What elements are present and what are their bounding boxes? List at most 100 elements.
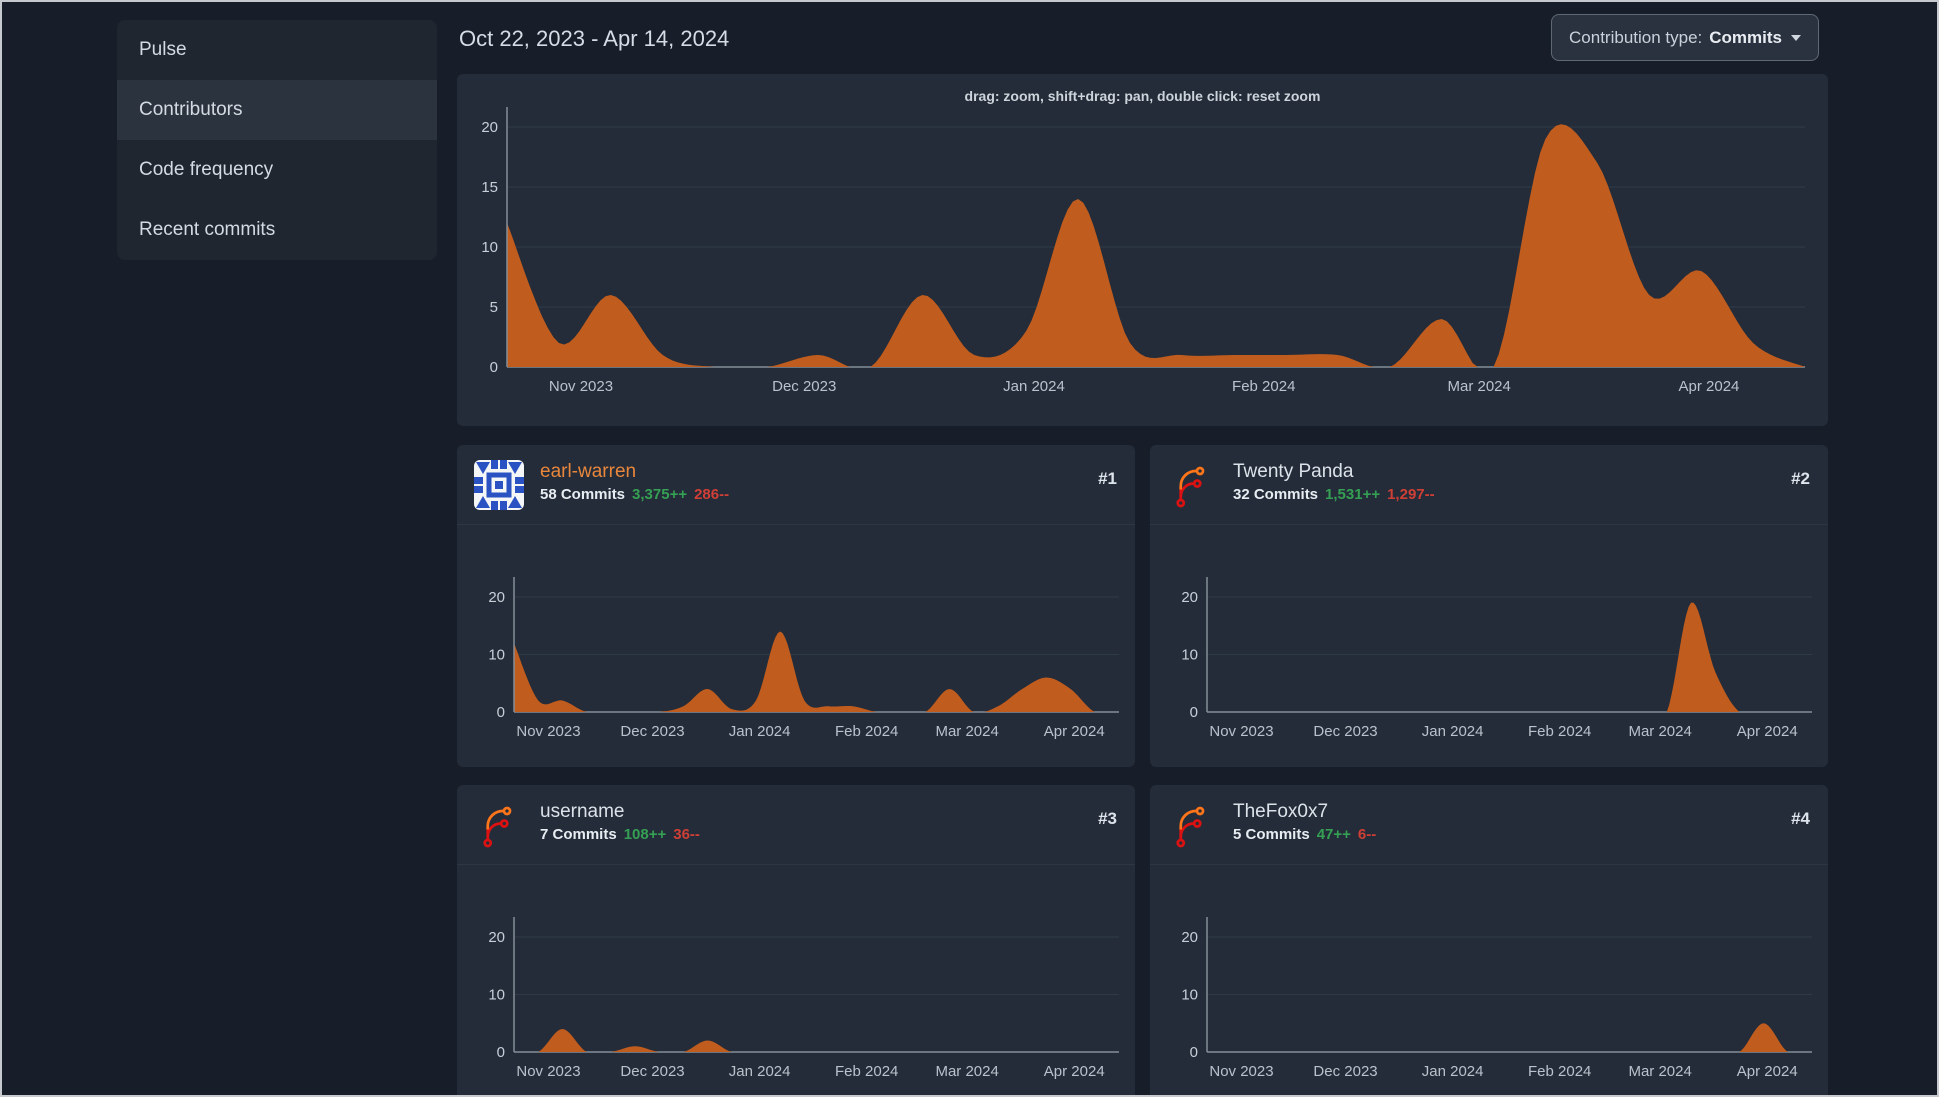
sidebar-item-contributors[interactable]: Contributors — [117, 80, 437, 140]
svg-text:20: 20 — [488, 929, 505, 946]
rank-badge: #3 — [1098, 809, 1117, 828]
contributor-identity: Twenty Panda 32 Commits 1,531++ 1,297-- — [1233, 460, 1435, 503]
svg-text:Jan 2024: Jan 2024 — [1422, 1063, 1484, 1080]
svg-text:Apr 2024: Apr 2024 — [1679, 378, 1740, 395]
contributor-activity-chart[interactable]: 0 10 20 Nov 2023 Dec 2023 Jan 2024 Feb 2024 Mar… — [1150, 865, 1828, 1095]
contributor-card-4: TheFox0x7 5 Commits 47++ 6-- #4 0 10 20 Nov… — [1150, 785, 1828, 1095]
svg-text:0: 0 — [1190, 1044, 1198, 1061]
sidebar-item-code-frequency[interactable]: Code frequency — [117, 140, 437, 200]
commit-count: 5 Commits — [1233, 826, 1310, 843]
contributor-name: Twenty Panda — [1233, 461, 1354, 482]
contributor-activity-chart[interactable]: 0 10 20 Nov 2023 Dec 2023 Jan 2024 Feb 2024 Mar… — [1150, 525, 1828, 767]
svg-text:Feb 2024: Feb 2024 — [1232, 378, 1295, 395]
svg-text:Feb 2024: Feb 2024 — [835, 1063, 898, 1080]
area-chart-svg: 0 10 20 Nov 2023 Dec 2023 Jan 2024 Feb 2024 Mar… — [488, 577, 1119, 740]
contributor-stats: 5 Commits 47++ 6-- — [1233, 826, 1376, 843]
contributor-name: TheFox0x7 — [1233, 801, 1329, 822]
svg-text:Nov 2023: Nov 2023 — [1209, 1063, 1273, 1080]
contributor-stats: 32 Commits 1,531++ 1,297-- — [1233, 486, 1435, 503]
contributor-card-header: Twenty Panda 32 Commits 1,531++ 1,297-- … — [1150, 445, 1828, 525]
svg-text:10: 10 — [488, 647, 505, 664]
svg-text:10: 10 — [1181, 647, 1198, 664]
contributor-card-header: username 7 Commits 108++ 36-- #3 — [457, 785, 1135, 865]
svg-text:Apr 2024: Apr 2024 — [1044, 723, 1105, 740]
contributor-activity-chart[interactable]: 0 10 20 Nov 2023 Dec 2023 Jan 2024 Feb 2024 Mar… — [457, 865, 1135, 1095]
contributor-activity-chart[interactable]: 0 10 20 Nov 2023 Dec 2023 Jan 2024 Feb 2024 Mar… — [457, 525, 1135, 767]
contributor-stats: 7 Commits 108++ 36-- — [540, 826, 700, 843]
svg-text:10: 10 — [1181, 987, 1198, 1004]
svg-text:Dec 2023: Dec 2023 — [772, 378, 836, 395]
commit-count: 32 Commits — [1233, 486, 1319, 503]
svg-text:Nov 2023: Nov 2023 — [516, 1063, 580, 1080]
area-chart-svg: 0 10 20 Nov 2023 Dec 2023 Jan 2024 Feb 2024 Mar… — [488, 917, 1119, 1080]
contributor-stats: 58 Commits 3,375++ 286-- — [540, 486, 729, 503]
svg-text:10: 10 — [481, 239, 498, 256]
contributor-cards-grid: earl-warren 58 Commits 3,375++ 286-- #1 … — [457, 445, 1828, 1095]
svg-text:Nov 2023: Nov 2023 — [516, 723, 580, 740]
date-range: Oct 22, 2023 - Apr 14, 2024 — [459, 26, 730, 51]
contributor-card-header: TheFox0x7 5 Commits 47++ 6-- #4 — [1150, 785, 1828, 865]
rank-badge: #1 — [1098, 469, 1117, 488]
svg-text:5: 5 — [490, 299, 498, 316]
contributor-card-2: Twenty Panda 32 Commits 1,531++ 1,297-- … — [1150, 445, 1828, 767]
svg-text:Dec 2023: Dec 2023 — [620, 1063, 684, 1080]
svg-text:Jan 2024: Jan 2024 — [729, 1063, 791, 1080]
forgejo-logo-avatar — [1167, 460, 1217, 510]
contributor-card-3: username 7 Commits 108++ 36-- #3 0 10 20 No… — [457, 785, 1135, 1095]
svg-text:Feb 2024: Feb 2024 — [1528, 723, 1591, 740]
commit-count: 58 Commits — [540, 486, 626, 503]
sidebar-item-pulse[interactable]: Pulse — [117, 20, 437, 80]
svg-text:Feb 2024: Feb 2024 — [835, 723, 898, 740]
repo-activity-menu: Pulse Contributors Code frequency Recent… — [117, 20, 437, 260]
contributor-identity: TheFox0x7 5 Commits 47++ 6-- — [1233, 800, 1376, 843]
contribution-type-value: Commits — [1709, 27, 1782, 47]
svg-text:Apr 2024: Apr 2024 — [1044, 1063, 1105, 1080]
contributor-name: username — [540, 801, 625, 822]
svg-text:20: 20 — [1181, 589, 1198, 606]
sidebar-item-recent-commits[interactable]: Recent commits — [117, 200, 437, 260]
deletions-count: 286-- — [694, 486, 730, 503]
svg-text:0: 0 — [1190, 704, 1198, 721]
additions-count: 1,531++ — [1325, 486, 1381, 503]
contribution-type-button[interactable]: Contribution type: Commits — [1551, 14, 1819, 61]
svg-text:Mar 2024: Mar 2024 — [935, 723, 998, 740]
contributor-identity: username 7 Commits 108++ 36-- — [540, 800, 700, 843]
svg-text:Dec 2023: Dec 2023 — [1313, 723, 1377, 740]
svg-text:Dec 2023: Dec 2023 — [620, 723, 684, 740]
svg-text:20: 20 — [1181, 929, 1198, 946]
overview-activity-chart[interactable]: 0 5 10 15 20 Nov 2023 Dec 2023 Jan 2024 Feb 2024… — [457, 74, 1828, 426]
overview-chart-card: drag: zoom, shift+drag: pan, double clic… — [457, 74, 1828, 426]
svg-text:Nov 2023: Nov 2023 — [549, 378, 613, 395]
additions-count: 108++ — [623, 826, 667, 843]
svg-text:10: 10 — [488, 987, 505, 1004]
main-content: Oct 22, 2023 - Apr 14, 2024 Contribution… — [457, 2, 1828, 1095]
svg-text:Mar 2024: Mar 2024 — [935, 1063, 998, 1080]
svg-text:0: 0 — [497, 704, 505, 721]
deletions-count: 6-- — [1357, 826, 1377, 843]
page-header: Oct 22, 2023 - Apr 14, 2024 Contribution… — [457, 2, 1828, 74]
svg-text:Jan 2024: Jan 2024 — [1003, 378, 1065, 395]
additions-count: 47++ — [1316, 826, 1351, 843]
deletions-count: 1,297-- — [1387, 486, 1435, 503]
svg-text:Apr 2024: Apr 2024 — [1737, 723, 1798, 740]
svg-text:Apr 2024: Apr 2024 — [1737, 1063, 1798, 1080]
svg-text:0: 0 — [497, 1044, 505, 1061]
contributor-identity: earl-warren 58 Commits 3,375++ 286-- — [540, 460, 729, 503]
svg-text:Mar 2024: Mar 2024 — [1628, 723, 1691, 740]
svg-text:0: 0 — [490, 359, 498, 376]
svg-text:Mar 2024: Mar 2024 — [1448, 378, 1511, 395]
svg-text:20: 20 — [488, 589, 505, 606]
forgejo-logo-avatar — [474, 800, 524, 850]
area-chart-svg: 0 10 20 Nov 2023 Dec 2023 Jan 2024 Feb 2024 Mar… — [1181, 577, 1812, 740]
deletions-count: 36-- — [673, 826, 700, 843]
contribution-type-label: Contribution type: — [1569, 27, 1703, 47]
additions-count: 3,375++ — [632, 486, 688, 503]
contributor-card-1: earl-warren 58 Commits 3,375++ 286-- #1 … — [457, 445, 1135, 767]
svg-text:Dec 2023: Dec 2023 — [1313, 1063, 1377, 1080]
svg-text:15: 15 — [481, 179, 498, 196]
contributor-card-header: earl-warren 58 Commits 3,375++ 286-- #1 — [457, 445, 1135, 525]
area-chart-svg: 0 5 10 15 20 Nov 2023 Dec 2023 Jan 2024 Feb 2024… — [481, 107, 1805, 395]
contributor-name-link[interactable]: earl-warren — [540, 460, 636, 483]
rank-badge: #2 — [1791, 469, 1810, 488]
commit-count: 7 Commits — [540, 826, 617, 843]
